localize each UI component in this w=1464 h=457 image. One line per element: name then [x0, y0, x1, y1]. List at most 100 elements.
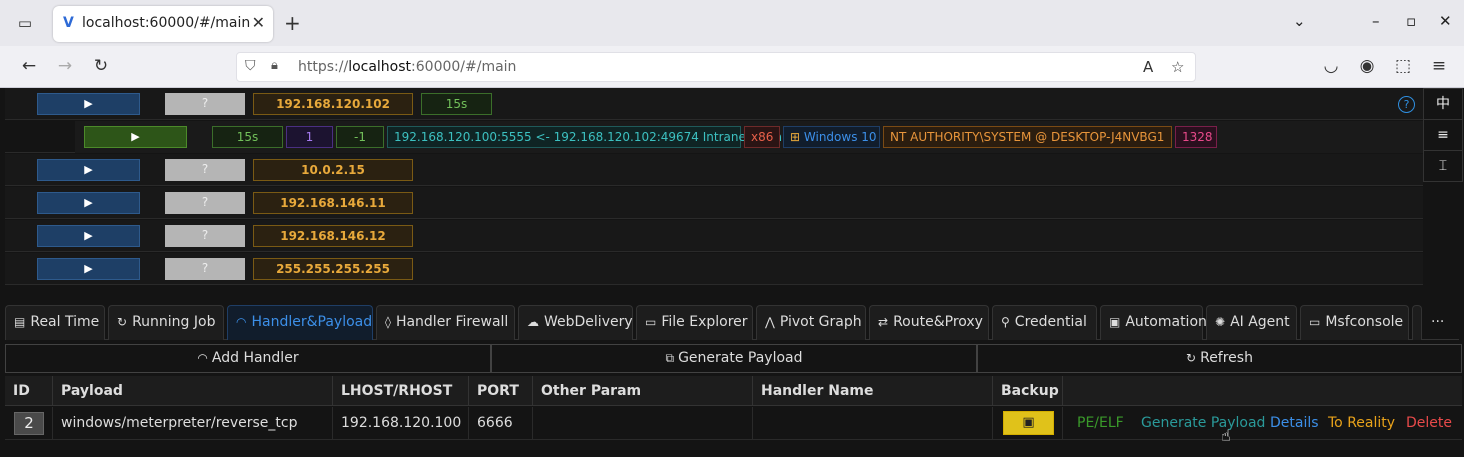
pocket-icon[interactable]: ◡ [1320, 56, 1342, 76]
url-text[interactable]: https://localhost:60000/#/main [298, 59, 516, 75]
more-tabs-icon[interactable]: ··· [1431, 314, 1444, 330]
session-os-tag: ⊞ Windows 10 [783, 126, 880, 148]
host-ip-tag[interactable]: 192.168.146.11 [253, 192, 413, 214]
tab-msfconsole[interactable]: ▭ Msfconsole [1300, 305, 1409, 340]
column-handler-name: Handler Name [753, 376, 993, 406]
save-icon: ▣ [1022, 415, 1035, 430]
expand-play-icon[interactable]: ▶ [37, 93, 140, 115]
minimize-icon[interactable]: – [1372, 12, 1380, 30]
tab-overflow-icon[interactable]: ⌄ [1293, 12, 1306, 30]
tab-pivot-graph[interactable]: ⋀ Pivot Graph [756, 305, 866, 340]
host-os-unknown[interactable]: ? [165, 159, 245, 181]
help-icon[interactable]: ? [1398, 96, 1415, 113]
close-window-icon[interactable]: ✕ [1439, 12, 1452, 30]
session-connection-tag[interactable]: 192.168.120.100:5555 <- 192.168.120.102:… [387, 126, 786, 148]
route-icon: ⇄ [878, 315, 889, 329]
pe-elf-link[interactable]: PE/ELF [1077, 407, 1124, 440]
new-tab-icon[interactable]: + [284, 11, 301, 35]
details-link[interactable]: Details [1270, 407, 1319, 440]
tab-handler-payload[interactable]: ◠ Handler&Payload [227, 305, 373, 340]
host-os-unknown[interactable]: ? [165, 93, 245, 115]
host-ip-tag[interactable]: 10.0.2.15 [253, 159, 413, 181]
extensions-icon[interactable]: ⬚ [1392, 56, 1414, 76]
tab-handler-firewall[interactable]: ◊ Handler Firewall [376, 305, 515, 340]
host-row: ▶ ? 192.168.120.102 15s ? [5, 88, 1423, 120]
handler-id-badge[interactable]: 2 [14, 412, 44, 435]
tab-file-explorer[interactable]: ▭ File Explorer [636, 305, 753, 340]
host-row: ▶ ? 192.168.146.12 [5, 220, 1423, 252]
sync-icon: ↻ [117, 315, 128, 329]
column-lhost: LHOST/RHOST [333, 376, 469, 406]
account-icon[interactable]: ◉ [1356, 56, 1378, 76]
folder-icon: ▭ [645, 315, 657, 329]
menu-icon[interactable]: ≡ [1428, 56, 1450, 76]
expand-play-icon[interactable]: ▶ [37, 225, 140, 247]
tab-running-job[interactable]: ↻ Running Job [108, 305, 224, 340]
navigation-bar: ← → ↻ ⛉ 🔒︎ https://localhost:60000/#/mai… [0, 46, 1464, 88]
host-ip-tag[interactable]: 192.168.120.102 [253, 93, 413, 115]
expand-play-icon[interactable]: ▶ [37, 258, 140, 280]
tab-automation[interactable]: ▣ Automation [1100, 305, 1207, 340]
side-toolbar: 中 ≡ ⌶ [1423, 88, 1464, 198]
host-os-unknown[interactable]: ? [165, 225, 245, 247]
align-left-icon[interactable]: ≡ [1423, 119, 1463, 151]
delete-link[interactable]: Delete [1406, 407, 1452, 440]
host-ip-tag[interactable]: 192.168.146.12 [253, 225, 413, 247]
backup-save-button[interactable]: ▣ [1003, 411, 1054, 435]
cell-id: 2 [5, 407, 53, 440]
handler-actions: ◠ Add Handler ⧉ Generate Payload ↻ Refresh [5, 344, 1462, 373]
bookmark-star-icon[interactable]: ☆ [1171, 58, 1184, 76]
host-os-unknown[interactable]: ? [165, 192, 245, 214]
session-user-tag: NT AUTHORITY\SYSTEM @ DESKTOP-J4NVBG1 [883, 126, 1172, 148]
language-toggle-button[interactable]: 中 [1423, 88, 1463, 120]
session-job-tag: -1 [336, 126, 384, 148]
back-icon[interactable]: ← [18, 56, 40, 76]
shield-icon[interactable]: ⛉ [245, 58, 256, 74]
reload-icon[interactable]: ↻ [90, 56, 112, 76]
lock-icon[interactable]: 🔒︎ [271, 58, 278, 73]
forward-icon[interactable]: → [54, 56, 76, 76]
tab-real-time[interactable]: ▤ Real Time [5, 305, 105, 340]
tab-webdelivery[interactable]: ☁ WebDelivery [518, 305, 633, 340]
column-id: ID [5, 376, 53, 406]
session-id-tag[interactable]: 1 [286, 126, 333, 148]
generate-payload-link[interactable]: Generate Payload [1141, 407, 1265, 440]
cloud-icon: ☁ [527, 315, 539, 329]
session-time-tag: 15s [212, 126, 283, 148]
host-os-unknown[interactable]: ? [165, 258, 245, 280]
url-bar[interactable]: ⛉ 🔒︎ https://localhost:60000/#/main A ☆ [236, 52, 1196, 82]
maximize-icon[interactable]: ▫ [1406, 12, 1416, 30]
host-ip-tag[interactable]: 255.255.255.255 [253, 258, 413, 280]
cell-lhost: 192.168.120.100 [333, 407, 469, 440]
graph-icon: ⋀ [765, 315, 775, 329]
column-height-icon[interactable]: ⌶ [1423, 150, 1463, 182]
generate-payload-button[interactable]: ⧉ Generate Payload [491, 344, 977, 373]
close-tab-icon[interactable]: ✕ [252, 13, 265, 32]
refresh-button[interactable]: ↻ Refresh [977, 344, 1462, 373]
expand-play-icon[interactable]: ▶ [37, 159, 140, 181]
translate-icon[interactable]: A [1143, 58, 1153, 76]
tab-route-proxy[interactable]: ⇄ Route&Proxy [869, 305, 989, 340]
windows-icon: ⊞ [790, 130, 801, 144]
table-row: 2 windows/meterpreter/reverse_tcp 192.16… [5, 407, 1462, 440]
copy-icon: ⧉ [665, 351, 675, 365]
tab-overflow-edge[interactable] [1412, 305, 1422, 340]
module-tabs: ▤ Real Time ↻ Running Job ◠ Handler&Payload… [5, 305, 1459, 340]
hand-cursor-icon: ☝ [1221, 426, 1231, 445]
host-time-tag: 15s [421, 93, 492, 115]
cell-payload: windows/meterpreter/reverse_tcp [53, 407, 333, 440]
cell-other-param [533, 407, 753, 440]
host-row: ▶ ? 192.168.146.11 [5, 187, 1423, 219]
browser-tab[interactable]: V localhost:60000/#/main ✕ [53, 6, 273, 42]
tab-list-icon[interactable]: ▭ [14, 12, 36, 34]
session-expand-play-icon[interactable]: ▶ [84, 126, 187, 148]
to-reality-link[interactable]: To Reality [1328, 407, 1395, 440]
sync-icon: ↻ [1186, 351, 1197, 365]
session-row: ▶ 15s 1 -1 192.168.120.100:5555 <- 192.1… [5, 121, 1423, 153]
column-backup: Backup [993, 376, 1063, 406]
tab-credential[interactable]: ⚲ Credential [992, 305, 1097, 340]
tab-ai-agent[interactable]: ✺ AI Agent [1206, 305, 1297, 340]
expand-play-icon[interactable]: ▶ [37, 192, 140, 214]
cell-handler-name [753, 407, 993, 440]
add-handler-button[interactable]: ◠ Add Handler [5, 344, 491, 373]
